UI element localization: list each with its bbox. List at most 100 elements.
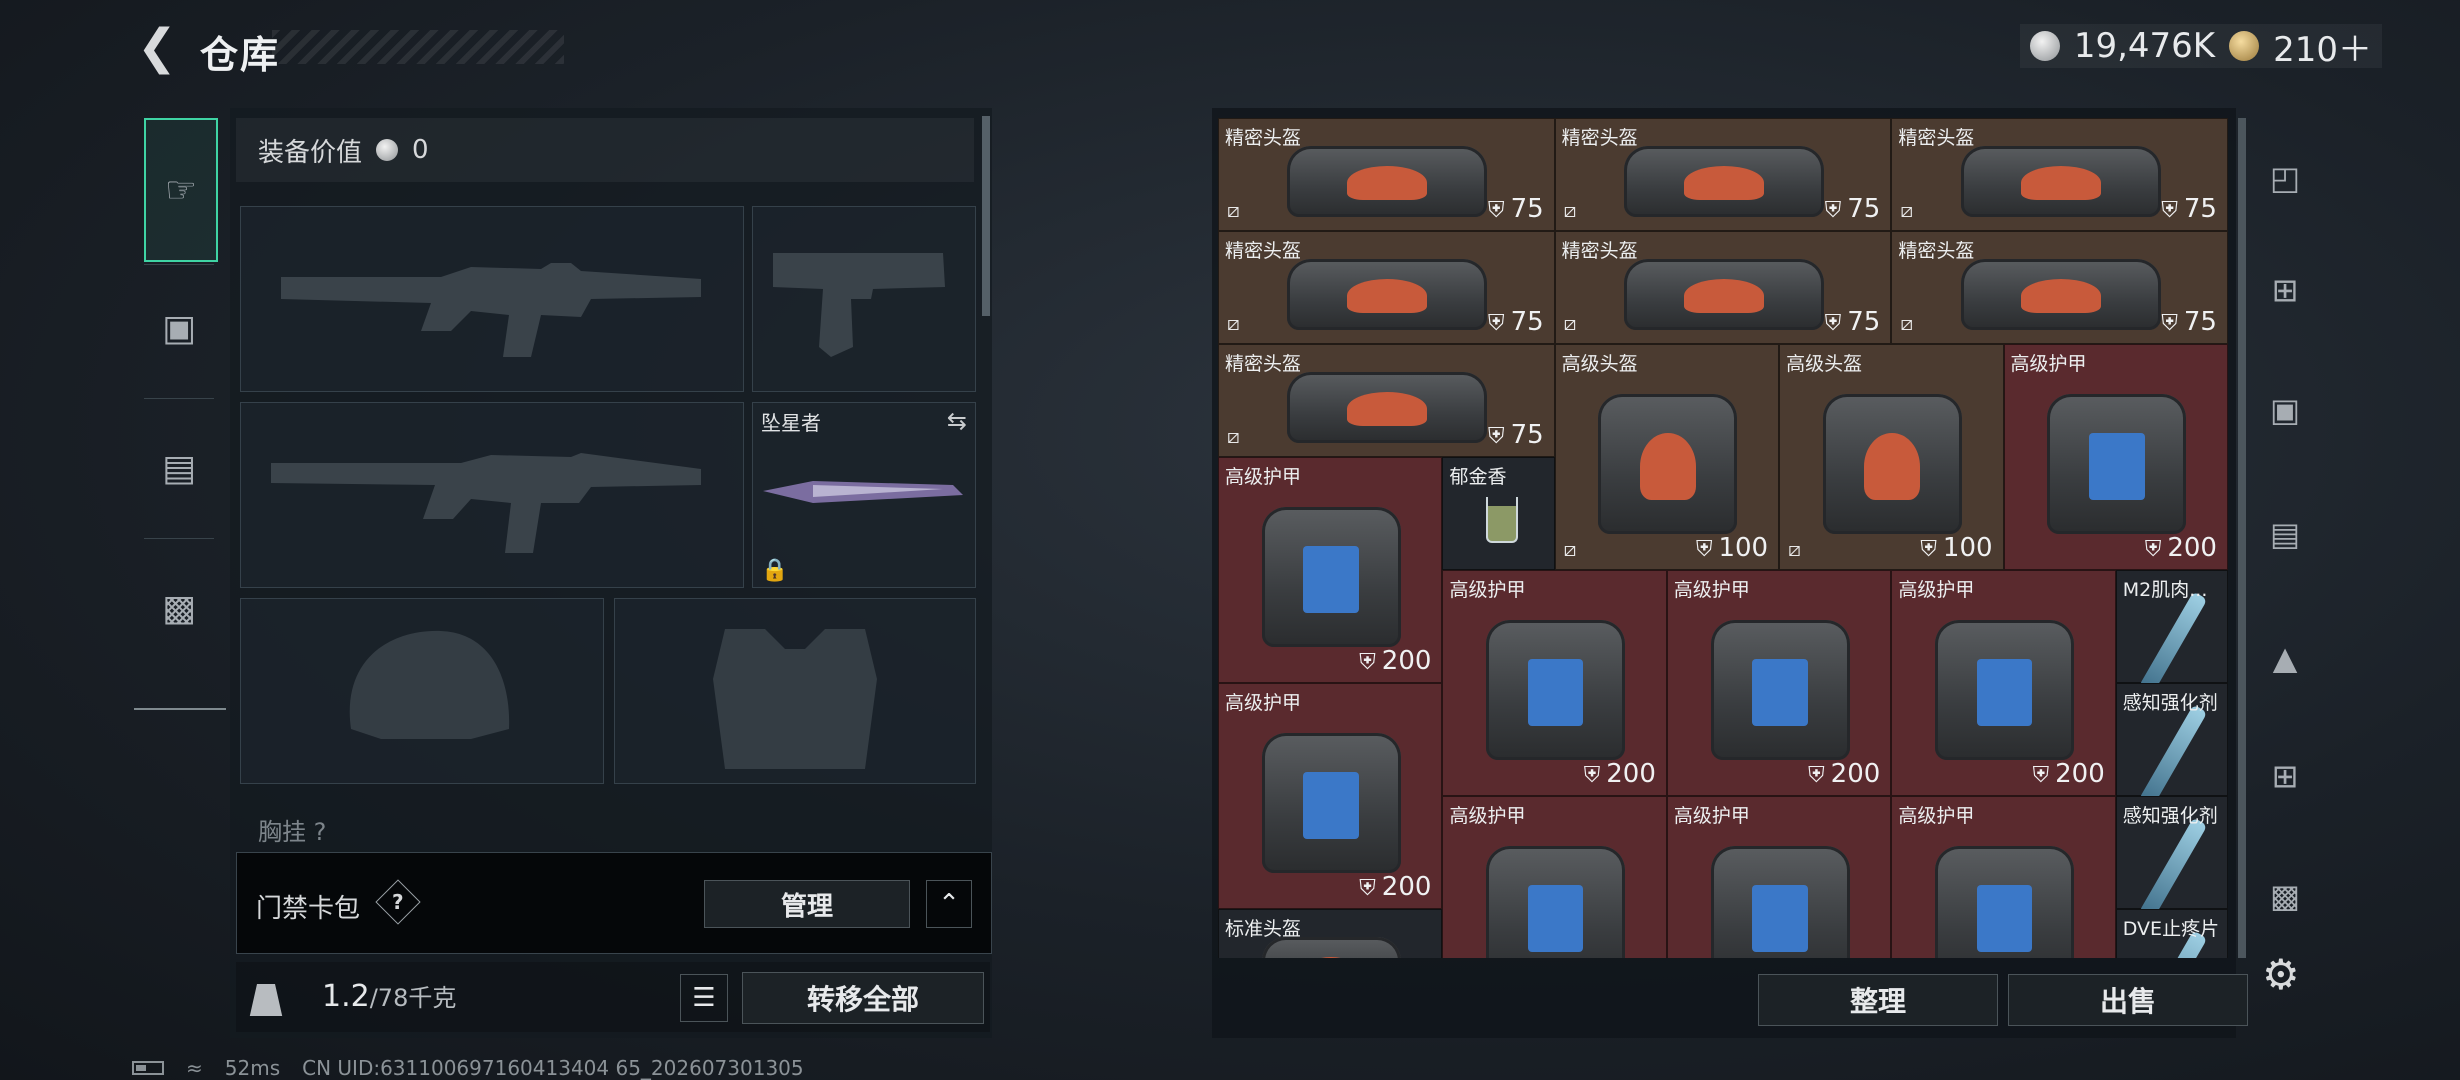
helmet-bag-icon: [1960, 259, 2161, 330]
sort-button[interactable]: 整理: [1758, 974, 1998, 1026]
armor-bag-icon: [1710, 845, 1850, 958]
back-button[interactable]: ❮: [132, 19, 182, 75]
chest-rig-label: 胸挂 ?: [258, 818, 327, 846]
transfer-all-button[interactable]: 转移全部: [742, 972, 984, 1024]
shield-icon: ⛨: [1583, 763, 1601, 788]
durability-value: ⛨ 75: [1488, 420, 1544, 450]
stash-item[interactable]: 高级护甲: [1891, 796, 2116, 958]
rifle-silhouette-icon: [271, 453, 701, 553]
item-name: 郁金香: [1449, 466, 1507, 488]
stash-item[interactable]: 精密头盔 ⛨ 75 ⧄: [1218, 231, 1555, 344]
equipment-value: 0: [412, 135, 429, 165]
keycard-pack-label: 门禁卡包: [256, 894, 361, 924]
durability-number: 200: [1830, 759, 1881, 789]
stash-item[interactable]: 精密头盔 ⛨ 75 ⧄: [1218, 118, 1555, 231]
durability-number: 200: [1381, 646, 1432, 676]
pistol-slot[interactable]: [752, 206, 976, 392]
stash-item[interactable]: 高级护甲: [1442, 796, 1667, 958]
stash-item[interactable]: 精密头盔 ⛨ 75 ⧄: [1218, 344, 1555, 457]
durability-value: ⛨ 75: [1825, 307, 1881, 337]
list-icon: ☰: [692, 983, 716, 1013]
durability-number: 100: [1942, 533, 1993, 563]
stash-item[interactable]: 郁金香: [1442, 457, 1555, 570]
page-title: 仓库: [200, 33, 281, 77]
stash-item[interactable]: 感知强化剂: [2115, 796, 2228, 921]
armor-silhouette-icon: [713, 629, 877, 769]
armor-slot[interactable]: [614, 598, 976, 784]
shield-icon: ⛨: [1695, 537, 1713, 562]
melee-slot[interactable]: 坠星者 ⇆ 🔒: [752, 402, 976, 588]
tab-case-iv[interactable]: ▣: [2250, 360, 2320, 460]
collapse-button[interactable]: ⌃: [926, 880, 972, 928]
tab-case-iv-b[interactable]: ▤: [2250, 484, 2320, 584]
item-name: 标准头盔: [1225, 918, 1302, 940]
syringe-icon: [2138, 816, 2208, 921]
stash-item[interactable]: 标准头盔: [1218, 909, 1443, 958]
stash-item[interactable]: 精密头盔 ⛨ 75 ⧄: [1554, 231, 1892, 344]
no-insure-icon: ⧄: [1563, 537, 1577, 561]
tab-case-iii[interactable]: ▲: [2250, 608, 2320, 708]
stash-item[interactable]: 精密头盔 ⛨ 75 ⧄: [1891, 118, 2228, 231]
item-name: 精密头盔: [1225, 240, 1302, 262]
secondary-weapon-slot[interactable]: [240, 402, 744, 588]
stash-item[interactable]: 高级护甲 ⛨ 200: [1891, 570, 2116, 796]
durability-number: 200: [1606, 759, 1656, 789]
durability-value: ⛨ 200: [1584, 759, 1656, 789]
helmet-bag-icon: [1623, 259, 1824, 330]
settings-button[interactable]: ⚙: [2262, 950, 2300, 999]
carry-weight: 1.2/78千克: [322, 978, 456, 1014]
tab-case-iii-b[interactable]: ▩: [2250, 846, 2320, 946]
ping: 52ms: [224, 1056, 281, 1080]
tab-weapons[interactable]: ☞: [144, 118, 218, 262]
stash-item[interactable]: 高级头盔 ⛨ 100 ⧄: [1554, 344, 1780, 570]
currency-bar: 19,476K 210＋: [2019, 24, 2382, 70]
shield-icon: ⛨: [1824, 198, 1842, 223]
durability-value: ⛨ 200: [1359, 872, 1431, 902]
tab-helmet-slot[interactable]: ◰: [2250, 128, 2320, 228]
primary-weapon-slot[interactable]: [240, 206, 744, 392]
case-iii-b-icon: ▩: [2269, 877, 2301, 915]
tab-case[interactable]: ▩: [144, 548, 214, 668]
helmet-slot[interactable]: [240, 598, 604, 784]
stash-item[interactable]: 精密头盔 ⛨ 75 ⧄: [1554, 118, 1892, 231]
case-iv-b-icon: ▤: [2269, 515, 2301, 553]
durability-number: 75: [1847, 194, 1881, 224]
stash-item[interactable]: 高级护甲 ⛨ 200: [1218, 457, 1443, 683]
sell-button[interactable]: 出售: [2008, 974, 2248, 1026]
shield-icon: ⛨: [1920, 537, 1937, 562]
no-insure-icon: ⧄: [1563, 311, 1577, 335]
tab-vest[interactable]: ▤: [144, 408, 214, 528]
item-name: 高级护甲: [1673, 805, 1750, 827]
stash-item[interactable]: 高级护甲 ⛨ 200: [2003, 344, 2228, 570]
manage-button[interactable]: 管理: [704, 880, 910, 928]
shield-icon: ⛨: [1488, 424, 1505, 449]
item-name: M2肌肉...: [2122, 579, 2208, 601]
list-view-button[interactable]: ☰: [680, 974, 728, 1022]
stash-scrollbar[interactable]: [2238, 118, 2246, 958]
stash-item[interactable]: 高级护甲: [1666, 796, 1892, 958]
tab-add-case-b[interactable]: ⊞: [2250, 726, 2320, 826]
item-name: 精密头盔: [1898, 127, 1975, 149]
no-insure-icon: ⧄: [1900, 198, 1914, 222]
durability-number: 75: [1510, 307, 1544, 337]
vest-icon: ▤: [161, 447, 196, 489]
stash-item[interactable]: DVE止疼片: [2115, 909, 2228, 958]
durability-number: 75: [1510, 420, 1544, 450]
durability-number: 200: [2055, 759, 2105, 789]
armor-bag-icon: [1261, 732, 1401, 874]
stash-item[interactable]: 高级护甲 ⛨ 200: [1666, 570, 1892, 796]
durability-value: ⛨ 200: [2145, 533, 2217, 563]
stash-item[interactable]: 感知强化剂: [2115, 683, 2228, 808]
stash-item[interactable]: 高级护甲 ⛨ 200: [1442, 570, 1667, 796]
stash-item[interactable]: M2肌肉...: [2115, 570, 2228, 695]
wifi-icon: ≈: [186, 1056, 203, 1080]
helmet-bag-icon: [1960, 146, 2161, 217]
tab-add-case[interactable]: ⊞: [2250, 240, 2320, 340]
stash-item[interactable]: 精密头盔 ⛨ 75 ⧄: [1891, 231, 2228, 344]
stash-item[interactable]: 高级护甲 ⛨ 200: [1218, 683, 1443, 909]
tab-backpack[interactable]: ▣: [144, 268, 214, 388]
armor-bag-icon: [1934, 845, 2075, 958]
stash-item[interactable]: 高级头盔 ⛨ 100 ⧄: [1779, 344, 2004, 570]
loadout-scrollbar[interactable]: [982, 116, 990, 316]
chevron-left-icon: ❮: [136, 19, 178, 75]
